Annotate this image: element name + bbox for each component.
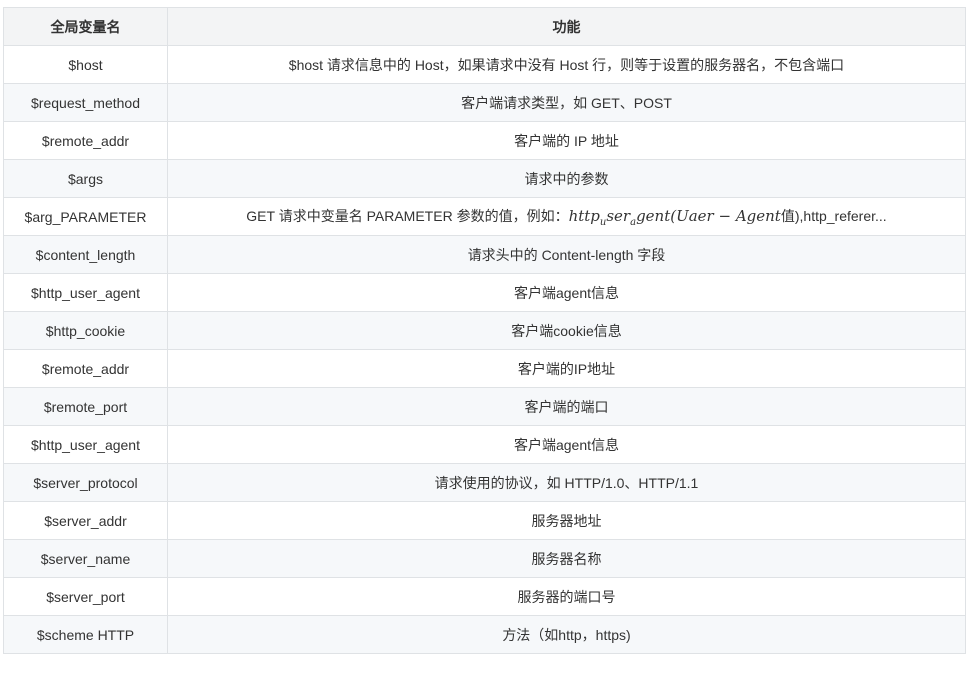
table-row: $http_user_agent 客户端agent信息: [3, 425, 966, 464]
table-row: $remote_addr 客户端的 IP 地址: [3, 121, 966, 160]
function-text-prefix: GET 请求中变量名 PARAMETER 参数的值，例如：: [246, 207, 569, 224]
table-row: $args 请求中的参数: [3, 159, 966, 198]
function-cell: 方法（如http，https): [167, 615, 966, 654]
table-row: $server_name 服务器名称: [3, 539, 966, 578]
function-cell: $host 请求信息中的 Host，如果请求中没有 Host 行，则等于设置的服…: [167, 45, 966, 84]
table-row: $remote_addr 客户端的IP地址: [3, 349, 966, 388]
function-cell: 请求使用的协议，如 HTTP/1.0、HTTP/1.1: [167, 463, 966, 502]
variable-name-cell: $remote_addr: [3, 349, 168, 388]
variable-name-cell: $server_addr: [3, 501, 168, 540]
header-variable-name: 全局变量名: [3, 7, 168, 46]
table-row: $scheme HTTP 方法（如http，https): [3, 615, 966, 654]
function-text-suffix: ,http_referer...: [799, 207, 887, 224]
variable-name-cell: $server_port: [3, 577, 168, 616]
variables-table-container: 全局变量名 功能 $host $host 请求信息中的 Host，如果请求中没有…: [3, 7, 966, 654]
function-cell: 服务器的端口号: [167, 577, 966, 616]
variable-name-cell: $server_name: [3, 539, 168, 578]
math-end: 值): [780, 207, 800, 224]
table-row: $http_cookie 客户端cookie信息: [3, 311, 966, 350]
variable-name-cell: $arg_PARAMETER: [3, 197, 168, 236]
variable-name-cell: $http_cookie: [3, 311, 168, 350]
function-cell: 请求中的参数: [167, 159, 966, 198]
variable-name-cell: $content_length: [3, 235, 168, 274]
function-cell: 客户端agent信息: [167, 425, 966, 464]
variable-name-cell: $host: [3, 45, 168, 84]
table-header-row: 全局变量名 功能: [3, 7, 966, 46]
variable-name-cell: $server_protocol: [3, 463, 168, 502]
math-expression: httpuseragent(Uaer − Agent: [568, 206, 781, 228]
math-part-b: ser: [606, 206, 631, 225]
header-function: 功能: [167, 7, 966, 46]
variable-name-cell: $remote_addr: [3, 121, 168, 160]
function-cell: 服务器名称: [167, 539, 966, 578]
variable-name-cell: $args: [3, 159, 168, 198]
function-cell: 客户端agent信息: [167, 273, 966, 312]
math-part-c: gent(Uaer − Agent: [636, 206, 781, 225]
variable-name-cell: $scheme HTTP: [3, 615, 168, 654]
function-cell: 客户端的IP地址: [167, 349, 966, 388]
function-cell: 客户端的端口: [167, 387, 966, 426]
function-cell: GET 请求中变量名 PARAMETER 参数的值，例如：httpuserage…: [167, 197, 966, 236]
table-row: $server_port 服务器的端口号: [3, 577, 966, 616]
table-row: $server_addr 服务器地址: [3, 501, 966, 540]
function-cell: 客户端cookie信息: [167, 311, 966, 350]
table-row: $content_length 请求头中的 Content-length 字段: [3, 235, 966, 274]
variables-table: 全局变量名 功能 $host $host 请求信息中的 Host，如果请求中没有…: [3, 7, 966, 654]
function-cell: 服务器地址: [167, 501, 966, 540]
table-row: $request_method 客户端请求类型，如 GET、POST: [3, 83, 966, 122]
variable-name-cell: $request_method: [3, 83, 168, 122]
function-cell: 客户端的 IP 地址: [167, 121, 966, 160]
variable-name-cell: $http_user_agent: [3, 425, 168, 464]
table-row: $server_protocol 请求使用的协议，如 HTTP/1.0、HTTP…: [3, 463, 966, 502]
table-row: $arg_PARAMETER GET 请求中变量名 PARAMETER 参数的值…: [3, 197, 966, 236]
math-part-a: http: [568, 206, 600, 225]
table-row: $host $host 请求信息中的 Host，如果请求中没有 Host 行，则…: [3, 45, 966, 84]
table-row: $http_user_agent 客户端agent信息: [3, 273, 966, 312]
function-cell: 请求头中的 Content-length 字段: [167, 235, 966, 274]
table-row: $remote_port 客户端的端口: [3, 387, 966, 426]
variable-name-cell: $http_user_agent: [3, 273, 168, 312]
function-cell: 客户端请求类型，如 GET、POST: [167, 83, 966, 122]
variable-name-cell: $remote_port: [3, 387, 168, 426]
